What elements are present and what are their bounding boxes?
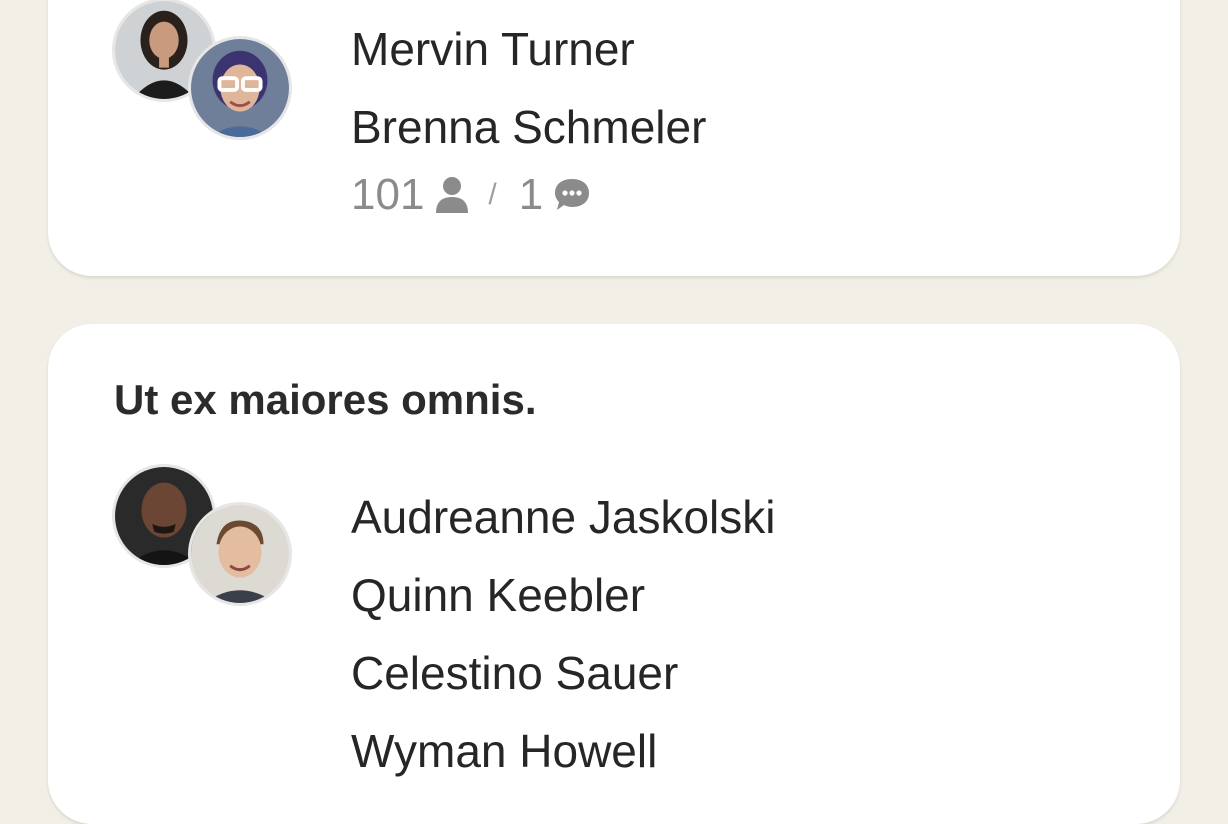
member-name: Quinn Keebler: [351, 569, 646, 621]
member-name: Celestino Sauer: [351, 647, 679, 699]
group-card[interactable]: Ut ex maiores omnis. Audreanne Jaskolski…: [48, 324, 1180, 824]
participant-count: 101: [351, 170, 425, 219]
comment-count: 1: [518, 170, 544, 219]
member-name: Brenna Schmeler: [351, 101, 707, 153]
group-card[interactable]: Mervin Turner Brenna Schmeler 101 / 1: [48, 0, 1180, 276]
avatar: [188, 36, 292, 140]
person-icon: [434, 175, 470, 215]
avatar-stack: [112, 464, 302, 616]
group-stats: 101 / 1: [351, 170, 591, 220]
member-list: Audreanne Jaskolski Quinn Keebler Celest…: [351, 478, 775, 790]
member-list: Mervin Turner Brenna Schmeler: [351, 10, 706, 166]
member-name: Wyman Howell: [351, 725, 658, 777]
avatar-stack: [112, 0, 302, 150]
member-name: Mervin Turner: [351, 23, 635, 75]
group-title: Ut ex maiores omnis.: [114, 376, 537, 423]
speech-bubble-icon: [553, 177, 591, 213]
avatar: [188, 502, 292, 606]
stats-separator: /: [488, 178, 497, 211]
member-name: Audreanne Jaskolski: [351, 491, 776, 543]
